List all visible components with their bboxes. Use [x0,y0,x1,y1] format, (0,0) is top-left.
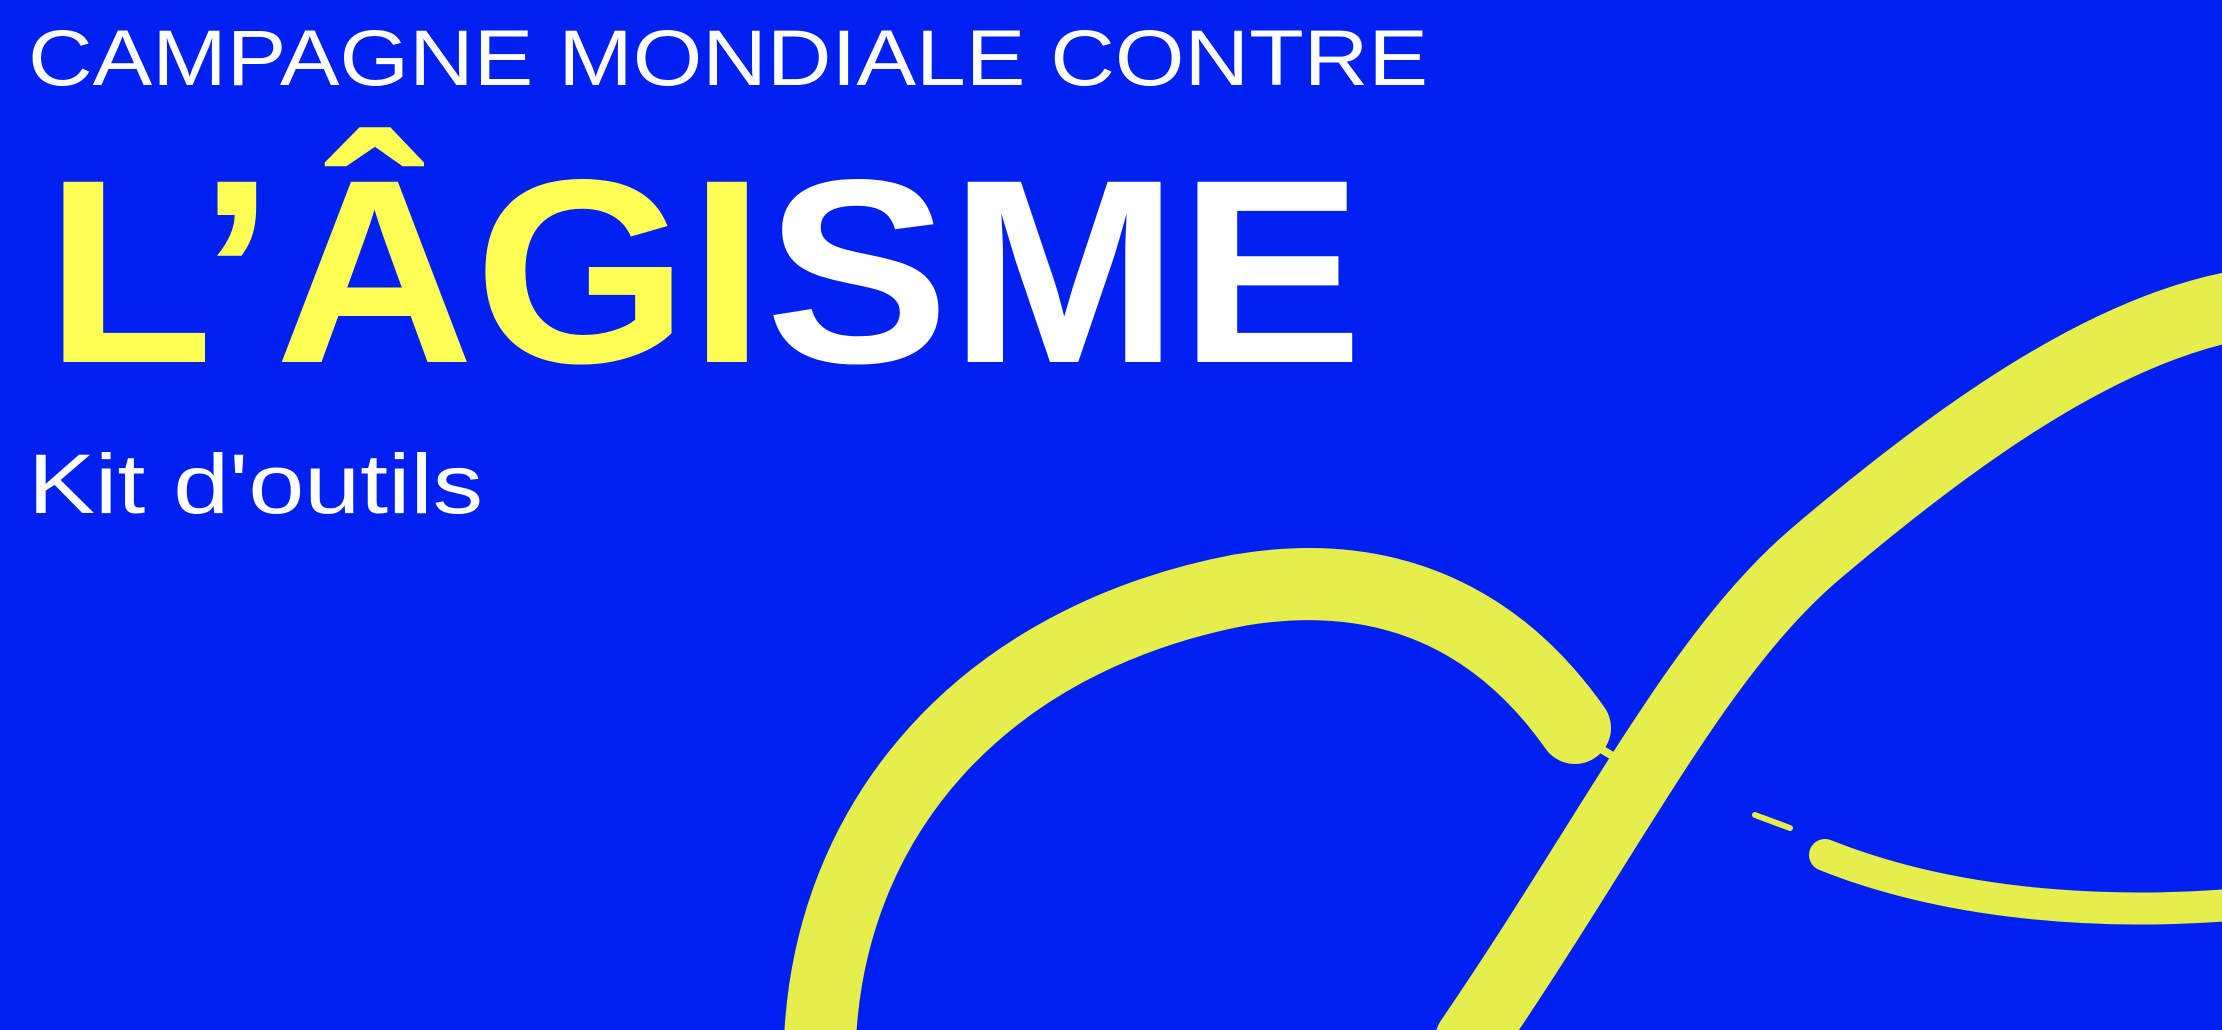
toolkit-subtitle: Kit d'outils [28,437,483,531]
title-white-part: SME [765,125,1363,418]
campaign-supertitle: CAMPAGNE MONDIALE CONTRE [28,13,1428,102]
title-yellow-part: L’ÂGI [45,125,765,418]
campaign-title: L’ÂGI SME [45,125,1363,418]
banner-canvas: CAMPAGNE MONDIALE CONTRE L’ÂGI SME Kit d'… [0,0,2222,1030]
